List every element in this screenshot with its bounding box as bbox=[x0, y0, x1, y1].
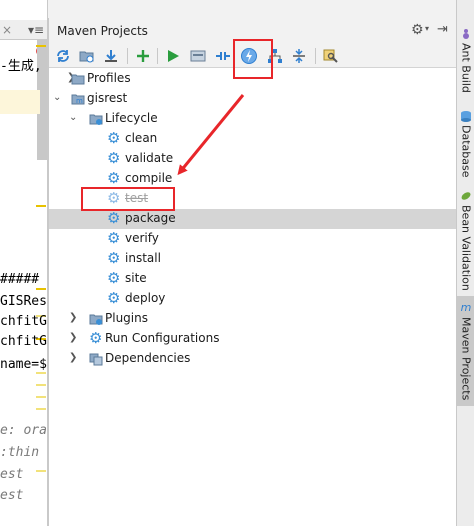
annotation-arrow bbox=[177, 94, 245, 176]
tab-ant-build[interactable]: Ant Build bbox=[457, 28, 474, 93]
tab-database[interactable]: Database bbox=[457, 110, 474, 178]
tab-label: Maven Projects bbox=[459, 317, 473, 401]
tab-label: Ant Build bbox=[459, 43, 473, 93]
ant-icon bbox=[463, 29, 469, 39]
maven-icon: m bbox=[460, 301, 472, 314]
tab-label: Bean Validation bbox=[459, 205, 473, 291]
tab-bean-validation[interactable]: Bean Validation bbox=[457, 190, 474, 291]
bean-icon bbox=[461, 192, 471, 200]
tool-window-strip: Ant Build Database Bean Validation m Mav… bbox=[456, 0, 474, 526]
tab-label: Database bbox=[459, 125, 473, 178]
tab-maven-projects[interactable]: m Maven Projects bbox=[457, 296, 474, 406]
database-icon bbox=[461, 111, 471, 122]
